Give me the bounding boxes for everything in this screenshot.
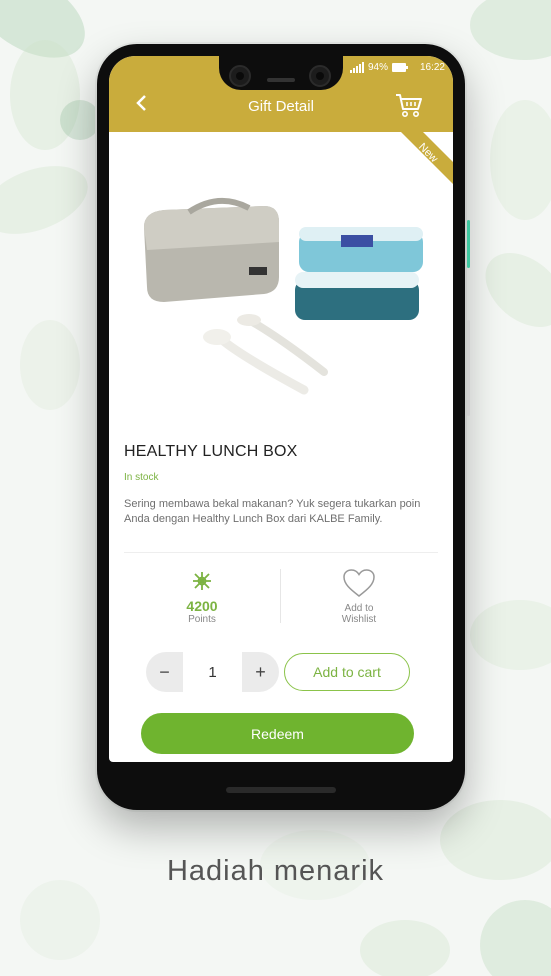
redeem-button[interactable]: Redeem <box>141 713 414 754</box>
points-icon <box>193 572 211 590</box>
home-indicator <box>226 787 336 793</box>
heart-icon <box>343 569 375 597</box>
quantity-value[interactable]: 1 <box>183 652 242 692</box>
status-time: 16:22 <box>419 62 445 73</box>
stock-status: In stock <box>124 472 159 483</box>
wishlist-label-line1: Add to <box>344 603 374 614</box>
app-screen: 94% 16:22 Gift Detail New HEALTHY LUNCH … <box>109 56 453 762</box>
decrease-quantity-button[interactable]: − <box>146 652 183 692</box>
product-name: HEALTHY LUNCH BOX <box>124 443 298 460</box>
new-badge: New <box>401 132 453 184</box>
front-camera-icon <box>309 65 331 87</box>
cart-button[interactable] <box>395 92 423 118</box>
camera-notch <box>219 56 343 90</box>
quantity-stepper: − 1 + <box>146 652 279 692</box>
earpiece-speaker <box>267 78 295 82</box>
divider <box>124 552 438 553</box>
volume-button <box>467 320 470 416</box>
add-to-wishlist-button[interactable]: Add to Wishlist <box>319 568 399 625</box>
points-value: 4200 <box>186 598 218 614</box>
vertical-divider <box>280 569 281 623</box>
caption: Hadiah menarik <box>166 855 385 887</box>
status-bar: 94% 16:22 <box>349 62 445 73</box>
app-header: 94% 16:22 Gift Detail <box>109 56 453 132</box>
battery-percent: 94% <box>367 62 388 73</box>
power-button <box>467 220 470 268</box>
add-to-cart-button[interactable]: Add to cart <box>284 653 410 691</box>
front-camera-icon <box>229 65 251 87</box>
points-block: 4200 Points <box>157 570 247 625</box>
increase-quantity-button[interactable]: + <box>242 652 279 692</box>
battery-icon <box>391 63 408 72</box>
signal-icon <box>349 62 364 73</box>
product-description: Sering membawa bekal makanan? Yuk segera… <box>124 498 421 525</box>
cart-icon <box>396 94 422 117</box>
wishlist-label-line2: Wishlist <box>341 614 377 625</box>
points-label: Points <box>188 614 216 625</box>
